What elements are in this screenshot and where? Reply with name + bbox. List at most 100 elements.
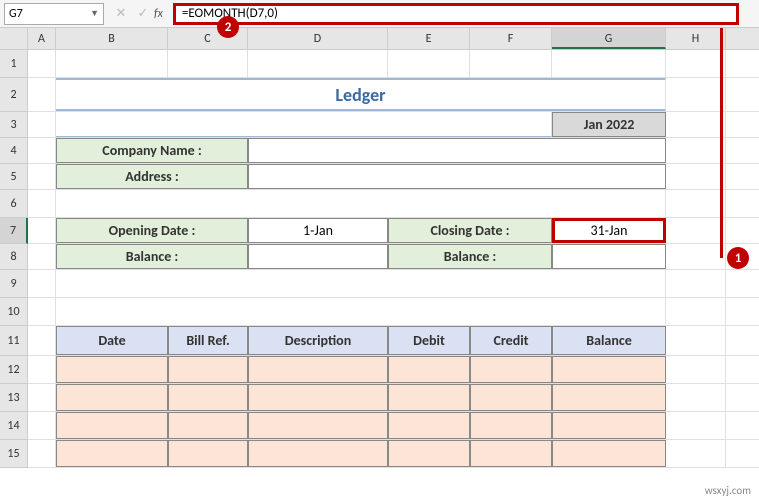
th-date[interactable]: Date [56,326,168,355]
balance-label-1[interactable]: Balance : [56,244,248,269]
cell[interactable] [248,50,388,77]
cell[interactable] [666,50,726,77]
cell[interactable] [666,244,726,269]
table-cell[interactable] [552,440,666,467]
cell[interactable] [168,50,248,77]
col-header-H[interactable]: H [666,28,726,49]
select-all-corner[interactable] [0,28,28,49]
col-header-G[interactable]: G [552,28,666,49]
col-header-B[interactable]: B [56,28,168,49]
cell[interactable] [666,440,726,467]
cell[interactable] [28,218,56,243]
cell[interactable] [56,298,666,325]
table-cell[interactable] [248,356,388,383]
row-header-1[interactable]: 1 [0,50,28,78]
row-header-7[interactable]: 7 [0,218,28,244]
table-cell[interactable] [168,356,248,383]
cell[interactable] [28,270,56,297]
row-header-11[interactable]: 11 [0,326,28,356]
col-header-D[interactable]: D [248,28,388,49]
cell[interactable] [666,270,726,297]
table-cell[interactable] [470,384,552,411]
table-cell[interactable] [248,384,388,411]
table-cell[interactable] [470,356,552,383]
row-header-15[interactable]: 15 [0,440,28,468]
address-value[interactable] [248,164,666,189]
table-cell[interactable] [388,440,470,467]
month-cell[interactable]: Jan 2022 [552,112,666,137]
closing-date-value[interactable]: 31-Jan [552,218,666,243]
table-cell[interactable] [388,384,470,411]
cell[interactable] [666,218,726,243]
formula-input[interactable]: =EOMONTH(D7,0) [173,3,739,25]
th-billref[interactable]: Bill Ref. [168,326,248,355]
table-cell[interactable] [168,440,248,467]
cell[interactable] [56,112,552,137]
cell[interactable] [666,138,726,163]
fx-icon[interactable]: fx [154,7,163,21]
table-cell[interactable] [552,412,666,439]
cell[interactable] [56,190,666,217]
row-header-10[interactable]: 10 [0,298,28,326]
table-cell[interactable] [56,384,168,411]
col-header-E[interactable]: E [388,28,470,49]
table-cell[interactable] [552,356,666,383]
row-header-14[interactable]: 14 [0,412,28,440]
table-cell[interactable] [470,412,552,439]
ledger-title[interactable]: Ledger [56,78,666,111]
row-header-9[interactable]: 9 [0,270,28,298]
table-cell[interactable] [56,440,168,467]
cell[interactable] [28,298,56,325]
cell[interactable] [666,190,726,217]
cell[interactable] [56,270,666,297]
cancel-icon[interactable]: ✕ [110,6,132,21]
cells-area[interactable]: Ledger Jan 2022 Company Name : Address : [28,50,759,468]
cell[interactable] [28,326,56,355]
address-label[interactable]: Address : [56,164,248,189]
cell[interactable] [666,298,726,325]
table-cell[interactable] [56,356,168,383]
balance-label-2[interactable]: Balance : [388,244,552,269]
cell[interactable] [666,112,726,137]
cell[interactable] [28,138,56,163]
th-description[interactable]: Description [248,326,388,355]
cell[interactable] [28,440,56,467]
cell[interactable] [28,412,56,439]
table-cell[interactable] [56,412,168,439]
cell[interactable] [56,50,168,77]
row-header-13[interactable]: 13 [0,384,28,412]
row-header-6[interactable]: 6 [0,190,28,218]
row-header-3[interactable]: 3 [0,112,28,138]
th-balance[interactable]: Balance [552,326,666,355]
cell[interactable] [470,50,552,77]
row-header-12[interactable]: 12 [0,356,28,384]
cell[interactable] [552,50,666,77]
check-icon[interactable]: ✓ [132,6,154,21]
cell[interactable] [666,356,726,383]
cell[interactable] [666,164,726,189]
closing-date-label[interactable]: Closing Date : [388,218,552,243]
th-credit[interactable]: Credit [470,326,552,355]
table-cell[interactable] [168,384,248,411]
table-cell[interactable] [552,384,666,411]
cell[interactable] [28,50,56,77]
cell[interactable] [666,384,726,411]
th-debit[interactable]: Debit [388,326,470,355]
company-name-value[interactable] [248,138,666,163]
table-cell[interactable] [248,412,388,439]
col-header-F[interactable]: F [470,28,552,49]
cell[interactable] [666,326,726,355]
row-header-5[interactable]: 5 [0,164,28,190]
cell[interactable] [28,244,56,269]
chevron-down-icon[interactable]: ▼ [90,8,99,19]
cell[interactable] [28,384,56,411]
cell[interactable] [28,78,56,111]
opening-date-label[interactable]: Opening Date : [56,218,248,243]
cell[interactable] [666,412,726,439]
table-cell[interactable] [388,356,470,383]
balance-value-1[interactable] [248,244,388,269]
cell[interactable] [28,190,56,217]
balance-value-2[interactable] [552,244,666,269]
table-cell[interactable] [388,412,470,439]
table-cell[interactable] [248,440,388,467]
